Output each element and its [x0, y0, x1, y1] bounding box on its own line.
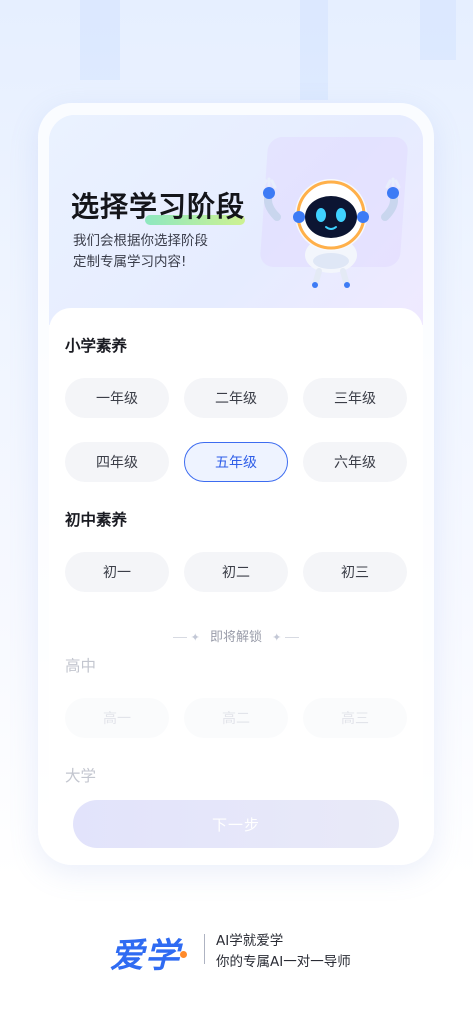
background-building: [80, 0, 120, 80]
grade-chip-senior-3: 高三: [303, 698, 407, 738]
page-title: 选择学习阶段: [71, 190, 246, 223]
sparkle-icon: ✦: [272, 631, 282, 644]
grade-chip-senior-2: 高二: [184, 698, 288, 738]
subtitle-line-1: 我们会根据你选择阶段: [73, 233, 208, 249]
section-title-senior: 高中: [65, 657, 97, 675]
section-title-primary: 小学素养: [65, 337, 128, 355]
brand-logo: 爱学: [110, 936, 180, 976]
grade-chip-junior-3[interactable]: 初三: [303, 552, 407, 592]
section-title-junior: 初中素养: [65, 511, 128, 529]
coming-soon-divider: ✦ 即将解锁 ✦: [49, 626, 423, 645]
sparkle-icon: ✦: [190, 631, 200, 644]
grade-chip-4[interactable]: 四年级: [65, 442, 169, 482]
brand-footer: 爱学 AI学就爱学 你的专属AI一对一导师: [110, 928, 370, 976]
divider-line: [172, 637, 187, 638]
grade-chip-5-selected[interactable]: 五年级: [184, 442, 288, 482]
next-step-button[interactable]: 下一步: [73, 800, 399, 848]
grade-chip-2[interactable]: 二年级: [184, 378, 288, 418]
grade-chip-junior-2[interactable]: 初二: [184, 552, 288, 592]
brand-tagline-1: AI学就爱学: [216, 933, 284, 949]
subtitle-line-2: 定制专属学习内容!: [73, 254, 187, 270]
hero-banner: 选择学习阶段 我们会根据你选择阶段 定制专属学习内容!: [49, 115, 423, 325]
brand-separator: [204, 934, 205, 964]
section-title-college: 大学: [65, 767, 97, 785]
background-building: [420, 0, 456, 60]
divider-label: 即将解锁: [209, 630, 262, 645]
grade-chip-1[interactable]: 一年级: [65, 378, 169, 418]
page-subtitle: 我们会根据你选择阶段 定制专属学习内容!: [73, 231, 208, 273]
robot-mascot-icon: [261, 177, 401, 288]
grade-chip-3[interactable]: 三年级: [303, 378, 407, 418]
phone-screen: 选择学习阶段 我们会根据你选择阶段 定制专属学习内容! 小学素养 一年级 二年级…: [49, 115, 423, 850]
grade-chip-junior-1[interactable]: 初一: [65, 552, 169, 592]
divider-line: [285, 637, 300, 638]
background-building: [300, 0, 328, 100]
grade-selection-card: 小学素养 一年级 二年级 三年级 四年级 五年级 六年级 初中素养 初一 初二 …: [49, 308, 423, 850]
grade-chip-senior-1: 高一: [65, 698, 169, 738]
brand-logo-dot: [180, 951, 187, 958]
grade-chip-6[interactable]: 六年级: [303, 442, 407, 482]
brand-tagline-2: 你的专属AI一对一导师: [216, 954, 351, 970]
